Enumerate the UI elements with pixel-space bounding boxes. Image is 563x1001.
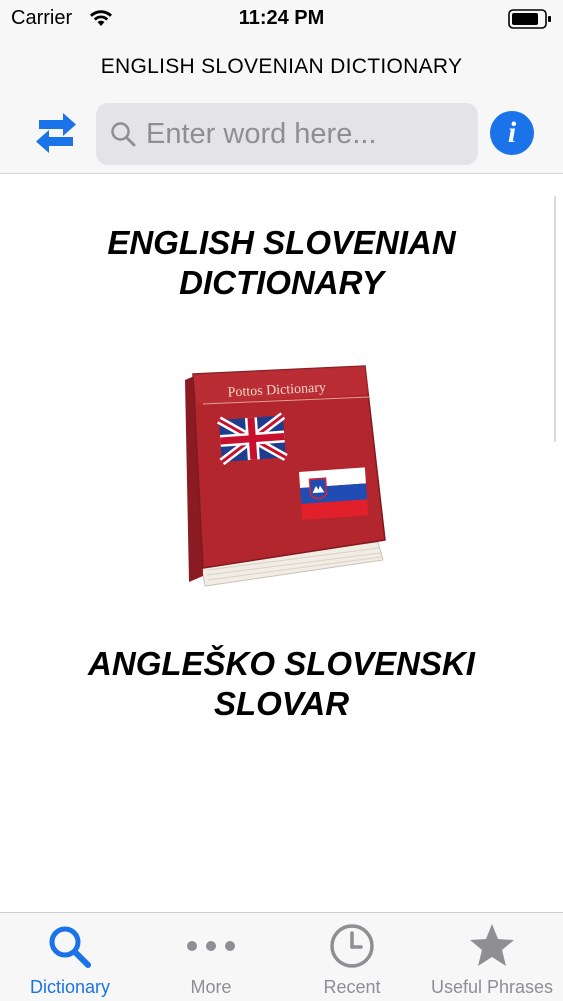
dictionary-subtitle: ANGLEŠKO SLOVENSKI SLOVAR <box>40 644 523 724</box>
dictionary-title-line2: DICTIONARY <box>179 264 384 301</box>
uk-flag-icon <box>217 412 288 466</box>
star-icon <box>470 924 514 966</box>
status-bar: Carrier 11:24 PM <box>0 0 563 40</box>
tab-bar: Dictionary More Recent Useful Phrases <box>0 912 563 1001</box>
scroll-indicator <box>554 196 556 442</box>
search-icon <box>49 926 91 968</box>
search-input[interactable] <box>146 103 466 165</box>
dictionary-subtitle-line2: SLOVAR <box>213 685 350 722</box>
tab-useful-phrases[interactable]: Useful Phrases <box>422 913 562 1001</box>
nav-title: ENGLISH SLOVENIAN DICTIONARY <box>100 55 463 78</box>
search-bar[interactable] <box>96 103 478 165</box>
tab-label: Recent <box>323 977 381 997</box>
clock-icon <box>330 924 374 968</box>
swap-languages-button[interactable] <box>33 110 79 156</box>
info-icon: i <box>507 116 517 149</box>
tab-dictionary[interactable]: Dictionary <box>0 913 140 1001</box>
dictionary-subtitle-line1: ANGLEŠKO SLOVENSKI <box>88 645 475 682</box>
dictionary-book-image: Pottos Dictionary <box>185 365 386 587</box>
main-content: ENGLISH SLOVENIAN DICTIONARY Pottos Dict… <box>0 174 563 912</box>
more-dots-icon <box>187 941 235 951</box>
tab-label: More <box>190 977 232 997</box>
info-button[interactable]: i <box>490 111 534 155</box>
slovenia-flag-icon <box>299 467 369 520</box>
tab-label: Useful Phrases <box>430 977 554 997</box>
battery-icon <box>508 9 551 29</box>
dictionary-title: ENGLISH SLOVENIAN DICTIONARY <box>60 223 503 303</box>
navigation-bar: ENGLISH SLOVENIAN DICTIONARY i <box>0 40 563 174</box>
tab-label: Dictionary <box>29 977 111 997</box>
search-icon <box>111 122 136 147</box>
status-time: 11:24 PM <box>238 7 325 29</box>
dictionary-title-line1: ENGLISH SLOVENIAN <box>107 224 456 261</box>
tab-recent[interactable]: Recent <box>282 913 422 1001</box>
tab-more[interactable]: More <box>141 913 281 1001</box>
